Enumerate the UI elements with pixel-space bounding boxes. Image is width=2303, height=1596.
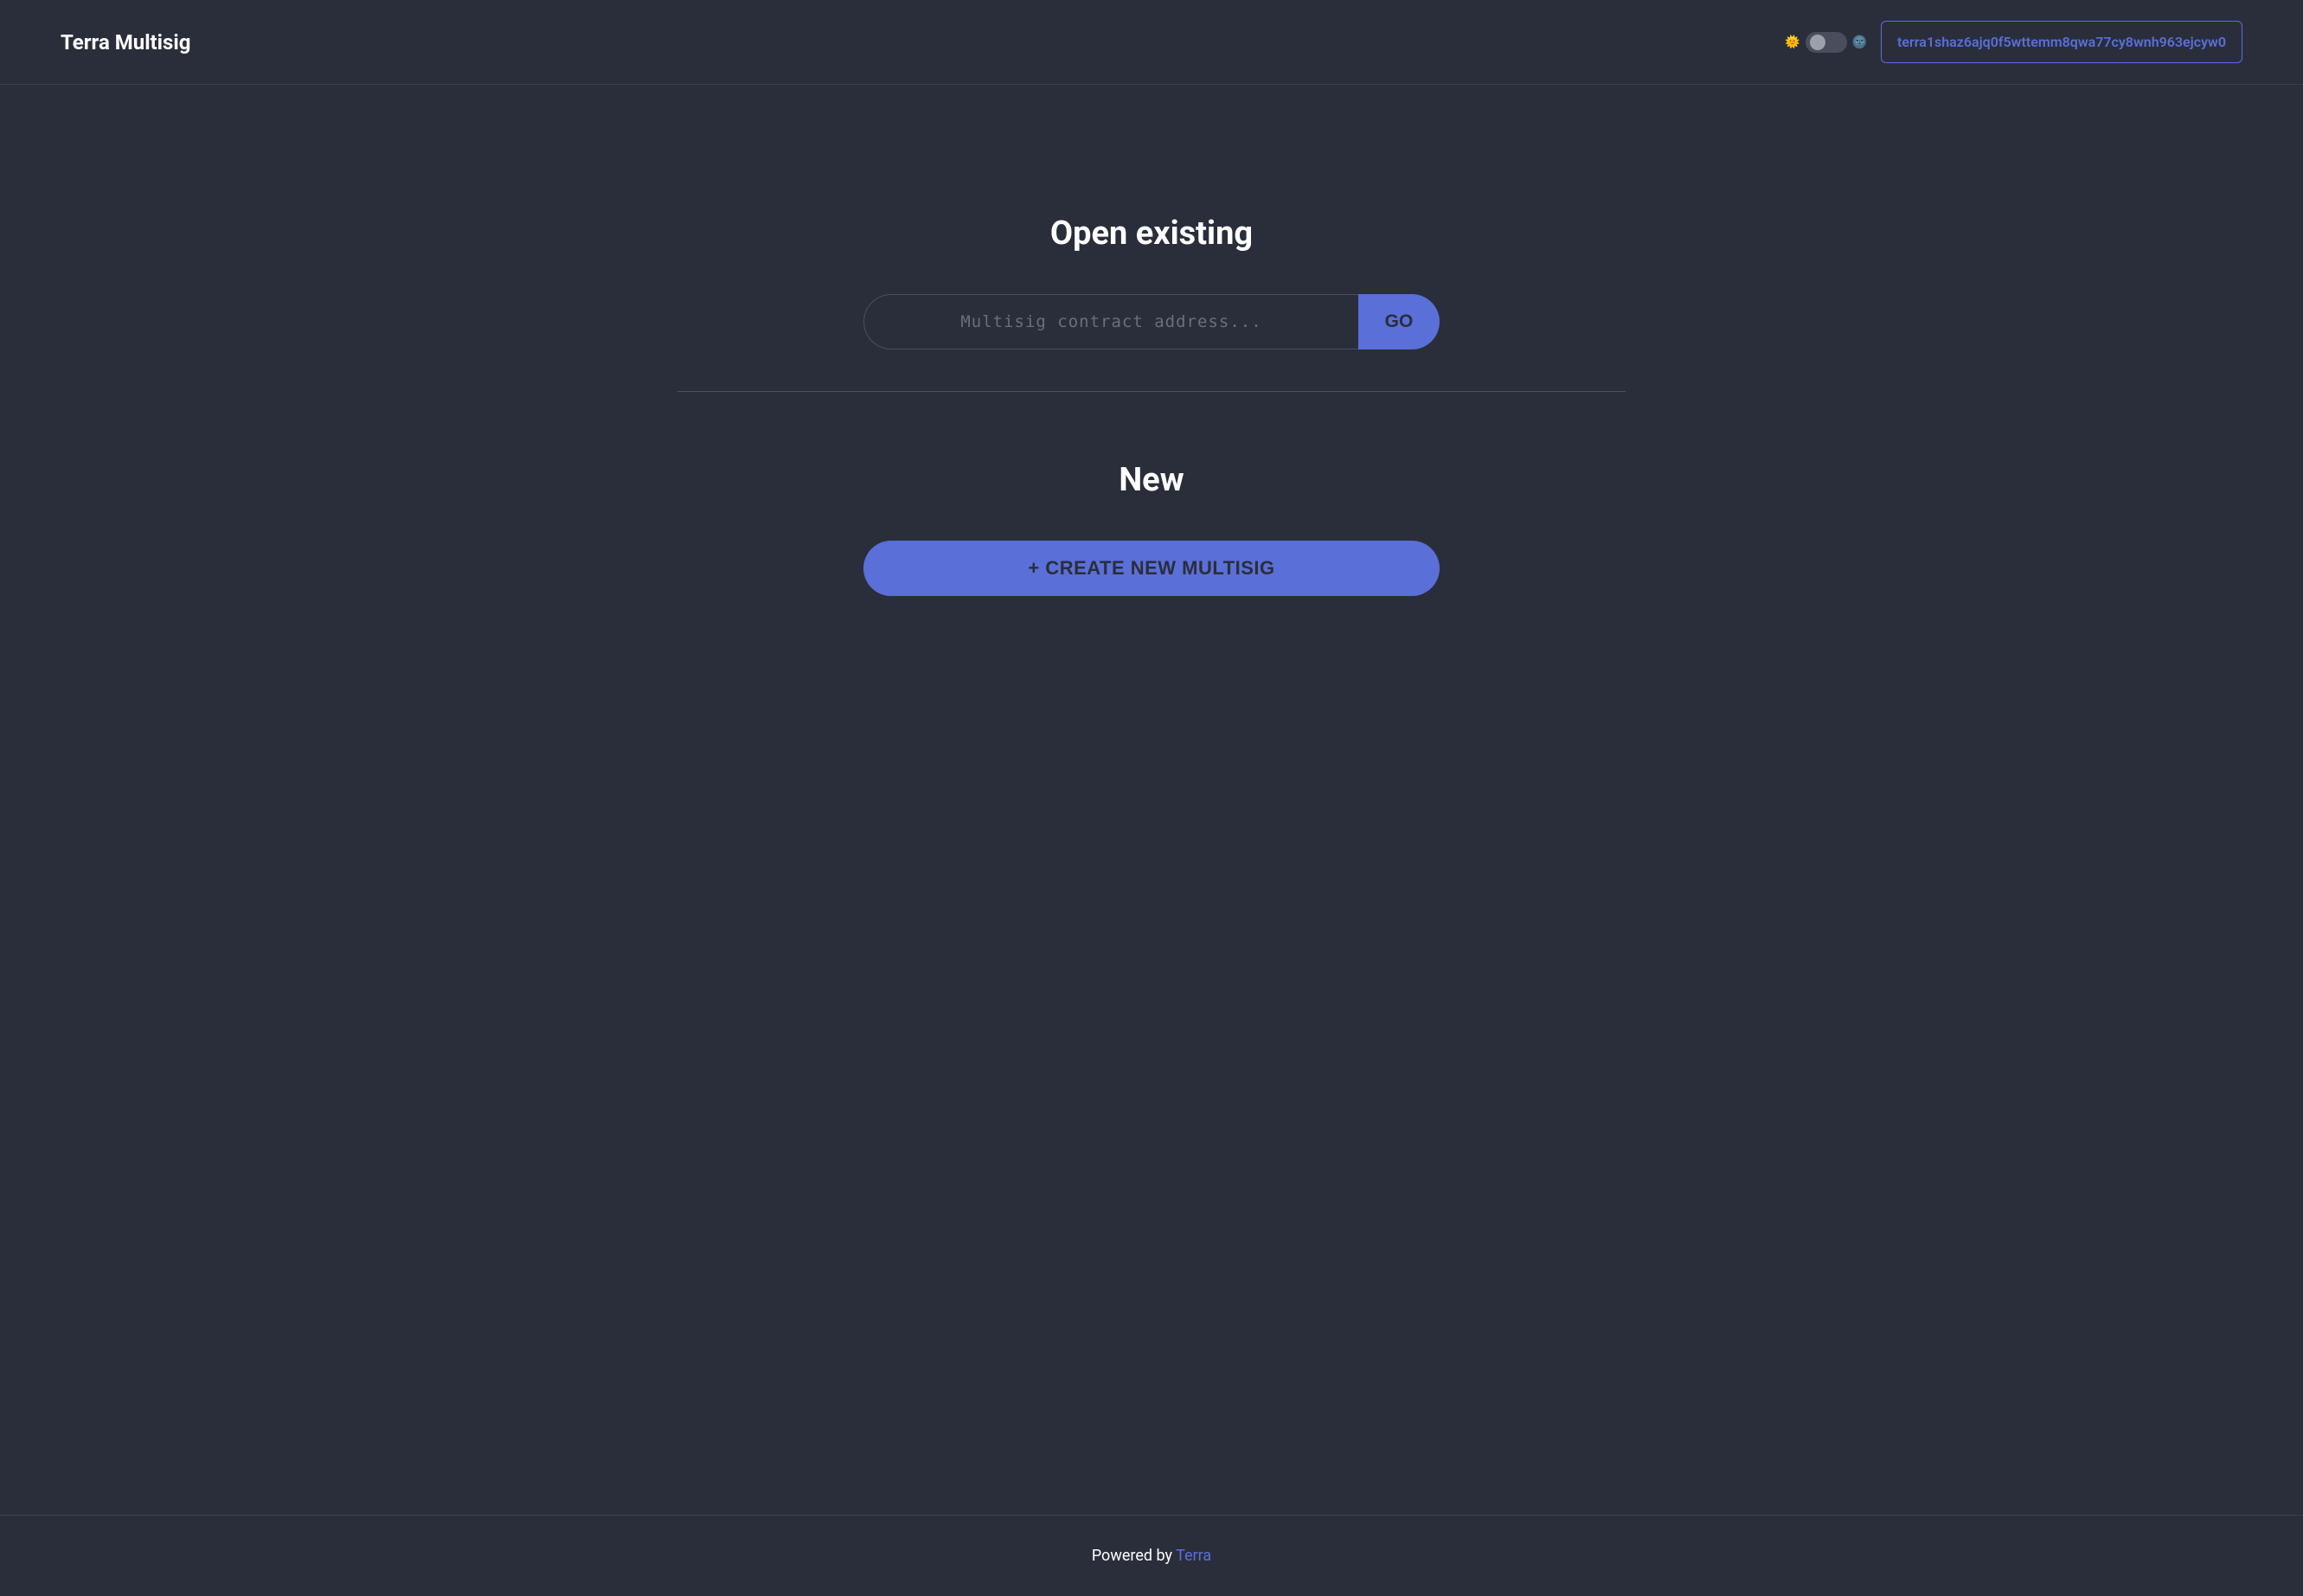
open-existing-title: Open existing bbox=[1050, 215, 1253, 253]
app-title: Terra Multisig bbox=[61, 30, 190, 54]
sun-icon: 🌞 bbox=[1785, 35, 1799, 49]
new-title: New bbox=[1119, 461, 1184, 499]
theme-toggle-wrapper: 🌞 🌚 bbox=[1785, 32, 1867, 53]
footer-text: Powered by bbox=[1092, 1547, 1176, 1565]
section-divider bbox=[677, 391, 1626, 392]
moon-icon: 🌚 bbox=[1852, 35, 1867, 49]
create-new-multisig-button[interactable]: + CREATE NEW MULTISIG bbox=[863, 541, 1440, 596]
header: Terra Multisig 🌞 🌚 terra1shaz6ajq0f5wtte… bbox=[0, 0, 2303, 85]
header-right: 🌞 🌚 terra1shaz6ajq0f5wttemm8qwa77cy8wnh9… bbox=[1785, 21, 2242, 63]
terra-link[interactable]: Terra bbox=[1176, 1547, 1211, 1565]
go-button[interactable]: GO bbox=[1358, 294, 1440, 349]
footer: Powered by Terra bbox=[0, 1515, 2303, 1596]
main-content: Open existing GO New + CREATE NEW MULTIS… bbox=[0, 85, 2303, 1515]
toggle-knob bbox=[1810, 35, 1825, 50]
address-input-row: GO bbox=[863, 294, 1440, 349]
theme-toggle[interactable] bbox=[1806, 32, 1847, 53]
wallet-address-button[interactable]: terra1shaz6ajq0f5wttemm8qwa77cy8wnh963ej… bbox=[1881, 21, 2242, 63]
multisig-address-input[interactable] bbox=[863, 294, 1358, 349]
